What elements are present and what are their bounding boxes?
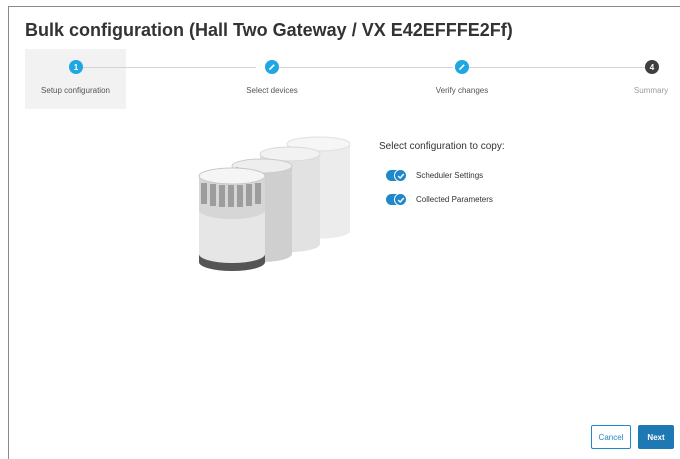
step-verify-changes[interactable]: Verify changes xyxy=(422,49,502,109)
step-summary[interactable]: 4 Summary xyxy=(605,49,668,109)
toggle-label: Collected Parameters xyxy=(416,195,493,204)
database-cylinders-illustration xyxy=(190,136,355,276)
pencil-icon xyxy=(265,60,279,74)
window-frame-left xyxy=(8,6,9,459)
collected-parameters-toggle[interactable] xyxy=(386,193,407,206)
option-collected-parameters: Collected Parameters xyxy=(386,193,493,206)
check-icon xyxy=(394,169,407,182)
cylinder-front xyxy=(198,167,266,271)
step-label: Select devices xyxy=(246,86,298,95)
scheduler-settings-toggle[interactable] xyxy=(386,169,407,182)
config-heading: Select configuration to copy: xyxy=(379,141,505,152)
wizard-stepper: 1 Setup configuration Select devices Ver… xyxy=(25,49,668,109)
next-button[interactable]: Next xyxy=(638,425,674,449)
page-title: Bulk configuration (Hall Two Gateway / V… xyxy=(25,20,513,40)
pencil-icon xyxy=(455,60,469,74)
window-frame-top xyxy=(8,6,680,7)
step-select-devices[interactable]: Select devices xyxy=(230,49,310,109)
step-label: Verify changes xyxy=(435,86,489,95)
step-label: Setup configuration xyxy=(41,86,110,95)
step-setup-configuration[interactable]: 1 Setup configuration xyxy=(25,49,126,109)
check-icon xyxy=(394,193,407,206)
cancel-button[interactable]: Cancel xyxy=(591,425,631,449)
toggle-label: Scheduler Settings xyxy=(416,171,484,180)
step-label: Summary xyxy=(633,86,669,95)
option-scheduler-settings: Scheduler Settings xyxy=(386,169,484,182)
step-number-badge: 1 xyxy=(69,60,83,74)
step-number-badge: 4 xyxy=(645,60,659,74)
